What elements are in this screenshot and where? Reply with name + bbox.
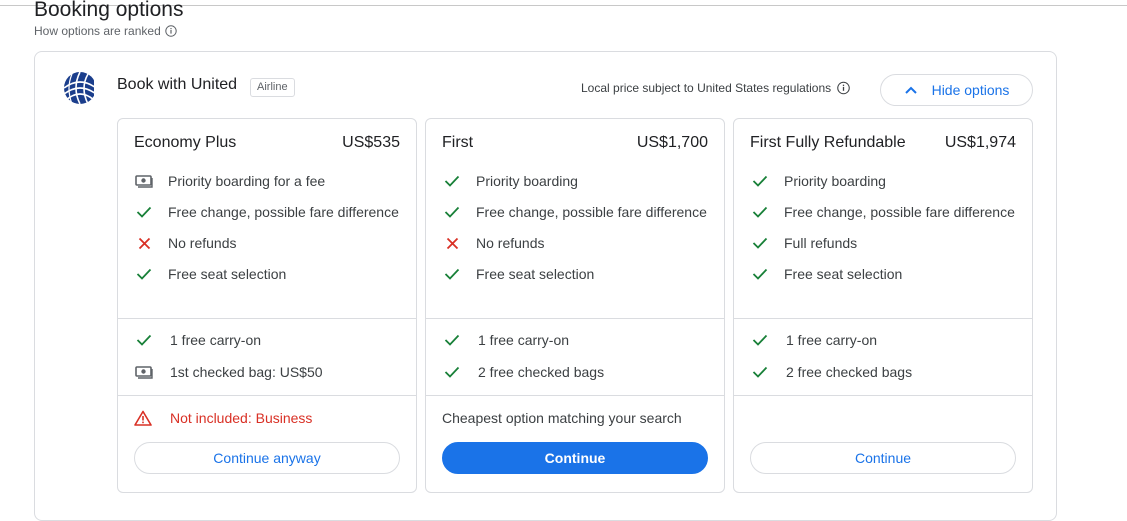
- regulation-info-icon[interactable]: [837, 81, 850, 95]
- check-icon: [442, 330, 462, 350]
- fare-price: US$1,700: [636, 134, 708, 151]
- check-icon: [750, 264, 770, 284]
- bag-item: 1 free carry-on: [442, 330, 712, 350]
- feature-item: Priority boarding for a fee: [134, 171, 404, 191]
- continue-anyway-button[interactable]: Continue anyway: [134, 442, 400, 474]
- fare-header: First Fully Refundable US$1,974: [750, 134, 1016, 152]
- check-icon: [442, 171, 462, 191]
- feature-item: No refunds: [134, 233, 404, 253]
- feature-item: Priority boarding: [442, 171, 712, 191]
- provider-name: Book with United: [117, 76, 238, 93]
- check-icon: [442, 202, 462, 222]
- ranking-info-link[interactable]: How options are ranked: [34, 24, 178, 38]
- fare-feature-list: Priority boarding Free change, possible …: [442, 171, 712, 295]
- cheapest-option-note: Cheapest option matching your search: [442, 410, 682, 426]
- baggage-list: 1 free carry-on 2 free checked bags: [750, 330, 1020, 394]
- fare-price: US$1,974: [944, 134, 1016, 151]
- feature-item: Full refunds: [750, 233, 1020, 253]
- fare-card-first: First US$1,700 Priority boarding Free ch…: [425, 118, 725, 493]
- feature-item: Free change, possible fare difference: [750, 202, 1020, 222]
- bag-item: 2 free checked bags: [442, 362, 712, 382]
- hide-options-label: Hide options: [931, 82, 1010, 98]
- check-icon: [442, 362, 462, 382]
- check-icon: [750, 202, 770, 222]
- cross-icon: [134, 233, 154, 253]
- baggage-list: 1 free carry-on 1st checked bag: US$50: [134, 330, 404, 394]
- not-included-warning: Not included: Business: [134, 408, 404, 428]
- united-logo: [58, 68, 97, 105]
- feature-item: Free seat selection: [134, 264, 404, 284]
- regulation-note: Local price subject to United States reg…: [581, 81, 850, 95]
- check-icon: [750, 362, 770, 382]
- fare-price: US$535: [342, 134, 400, 151]
- card-divider: [734, 318, 1032, 319]
- fare-feature-list: Priority boarding Free change, possible …: [750, 171, 1020, 295]
- bag-item: 1 free carry-on: [134, 330, 404, 350]
- check-icon: [442, 264, 462, 284]
- card-divider: [118, 318, 416, 319]
- card-divider: [118, 395, 416, 396]
- continue-button[interactable]: Continue: [442, 442, 708, 474]
- ranking-link-label: How options are ranked: [34, 24, 161, 38]
- fare-name: Economy Plus: [134, 134, 237, 151]
- baggage-list: 1 free carry-on 2 free checked bags: [442, 330, 712, 394]
- check-icon: [750, 233, 770, 253]
- fare-name: First Fully Refundable: [750, 134, 906, 151]
- money-icon: [134, 362, 154, 382]
- card-divider: [426, 395, 724, 396]
- fare-feature-list: Priority boarding for a fee Free change,…: [134, 171, 404, 295]
- check-icon: [134, 202, 154, 222]
- cross-icon: [442, 233, 462, 253]
- feature-item: No refunds: [442, 233, 712, 253]
- bag-item: 2 free checked bags: [750, 362, 1020, 382]
- airline-badge: Airline: [250, 78, 295, 97]
- fare-header: First US$1,700: [442, 134, 708, 152]
- feature-item: Free change, possible fare difference: [134, 202, 404, 222]
- money-icon: [134, 171, 154, 191]
- info-icon: [165, 25, 178, 38]
- chevron-up-icon: [904, 82, 918, 98]
- check-icon: [750, 330, 770, 350]
- fare-name: First: [442, 134, 474, 151]
- check-icon: [134, 330, 154, 350]
- check-icon: [134, 264, 154, 284]
- card-divider: [426, 318, 724, 319]
- feature-item: Free seat selection: [750, 264, 1020, 284]
- bag-item: 1 free carry-on: [750, 330, 1020, 350]
- page-title: Booking options: [34, 0, 184, 21]
- check-icon: [750, 171, 770, 191]
- fare-card-first-fully-refundable: First Fully Refundable US$1,974 Priority…: [733, 118, 1033, 493]
- bag-item: 1st checked bag: US$50: [134, 362, 404, 382]
- feature-item: Free seat selection: [442, 264, 712, 284]
- feature-item: Free change, possible fare difference: [442, 202, 712, 222]
- fare-card-economy-plus: Economy Plus US$535 Priority boarding fo…: [117, 118, 417, 493]
- hide-options-button[interactable]: Hide options: [880, 74, 1033, 106]
- card-divider: [734, 395, 1032, 396]
- feature-item: Priority boarding: [750, 171, 1020, 191]
- regulation-note-text: Local price subject to United States reg…: [581, 81, 832, 95]
- continue-button[interactable]: Continue: [750, 442, 1016, 474]
- warning-icon: [134, 410, 154, 426]
- fare-header: Economy Plus US$535: [134, 134, 400, 152]
